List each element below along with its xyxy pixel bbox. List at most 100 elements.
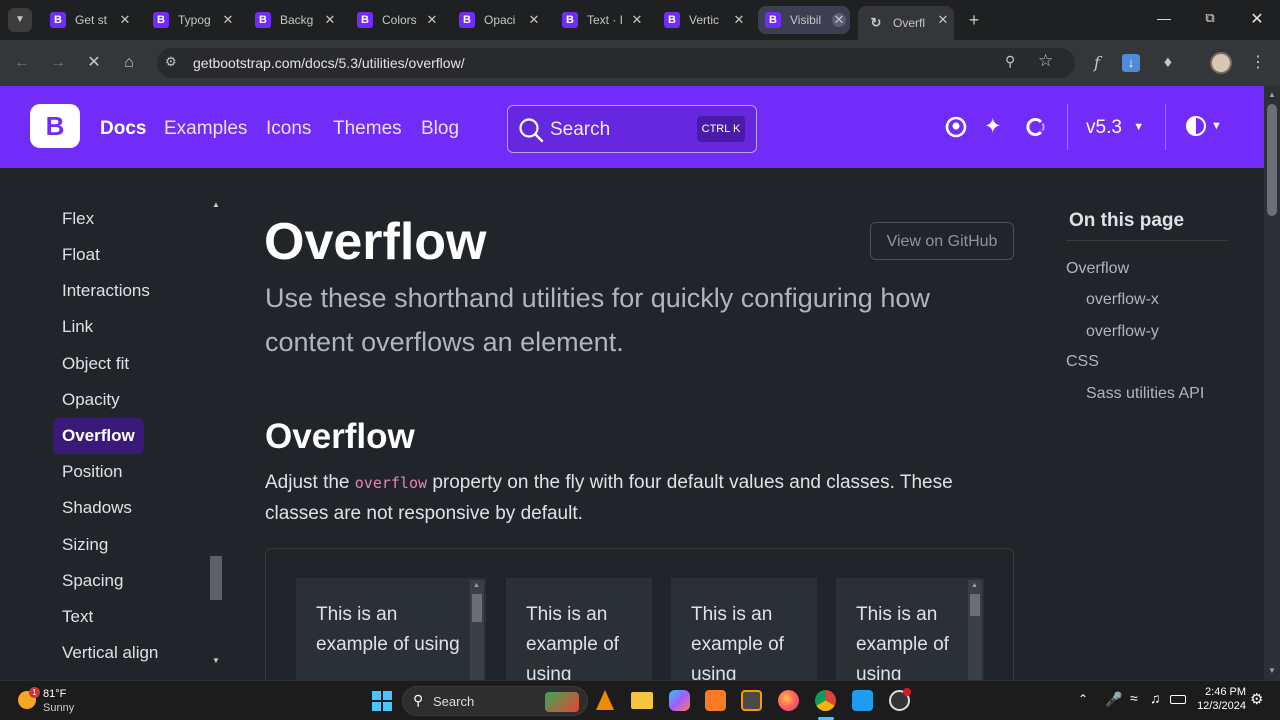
close-icon[interactable]: ✕	[732, 13, 746, 27]
close-icon[interactable]: ✕	[832, 13, 846, 27]
twitter-icon[interactable]: ✦	[984, 114, 1002, 139]
url-text[interactable]: getbootstrap.com/docs/5.3/utilities/over…	[193, 55, 465, 71]
toc-link-sass-utilities-api[interactable]: Sass utilities API	[1086, 385, 1204, 403]
forward-arrow-icon[interactable]: →	[47, 52, 69, 74]
toc-link-overflow-y[interactable]: overflow-y	[1086, 323, 1159, 341]
sidebar-item-position[interactable]: Position	[62, 462, 122, 482]
new-tab-button[interactable]: +	[963, 9, 985, 31]
docs-search-button[interactable]: Search CTRL K	[507, 105, 757, 153]
vscode-icon[interactable]	[852, 690, 873, 711]
home-icon[interactable]: ⌂	[118, 52, 140, 74]
scroll-down-arrow[interactable]: ▼	[971, 670, 978, 680]
formula-extension-icon[interactable]: f	[1086, 52, 1108, 74]
scroll-down-arrow[interactable]: ▼	[1268, 666, 1276, 675]
close-icon[interactable]: ✕	[118, 13, 132, 27]
bookmark-star-icon[interactable]: ☆	[1038, 51, 1053, 71]
extensions-puzzle-icon[interactable]: ♦	[1157, 52, 1179, 74]
close-icon[interactable]: ✕	[630, 13, 644, 27]
restore-button[interactable]: ⧉	[1198, 10, 1222, 30]
profile-avatar[interactable]	[1210, 52, 1232, 74]
close-icon[interactable]: ✕	[221, 13, 235, 27]
settings-gear-icon[interactable]: ⚙	[1250, 690, 1263, 708]
browser-tab[interactable]: B Typog ✕	[147, 6, 239, 34]
file-explorer-icon[interactable]	[631, 692, 653, 709]
back-arrow-icon[interactable]: ←	[11, 52, 33, 74]
minimize-button[interactable]: —	[1152, 10, 1176, 30]
browser-tab[interactable]: B Colors ✕	[351, 6, 443, 34]
overflow-auto-demo[interactable]: This is an example of using ▲	[296, 578, 486, 680]
toc-link-overflow-x[interactable]: overflow-x	[1086, 291, 1159, 309]
sidebar-item-shadows[interactable]: Shadows	[62, 498, 132, 518]
browser-tab[interactable]: B Backg ✕	[249, 6, 341, 34]
sidebar-item-interactions[interactable]: Interactions	[62, 281, 150, 301]
scroll-up-arrow[interactable]: ▲	[212, 200, 220, 209]
site-settings-icon[interactable]: ⚙	[165, 54, 177, 70]
demo-scrollbar-thumb[interactable]	[970, 594, 980, 616]
demo-scrollbar[interactable]: ▲ ▼	[968, 580, 982, 680]
view-on-github-button[interactable]: View on GitHub	[870, 222, 1014, 260]
tab-search-button[interactable]: ▼	[8, 8, 32, 32]
scroll-up-arrow[interactable]: ▲	[1268, 90, 1276, 99]
overflow-scroll-demo[interactable]: This is an example of using ▲ ▼	[836, 578, 984, 680]
sidebar-item-text[interactable]: Text	[62, 607, 93, 627]
version-dropdown[interactable]: v5.3 ▼	[1086, 117, 1144, 139]
nav-link-icons[interactable]: Icons	[266, 118, 311, 140]
demo-scrollbar-thumb[interactable]	[472, 594, 482, 622]
sidebar-item-object-fit[interactable]: Object fit	[62, 354, 129, 374]
sidebar-item-flex[interactable]: Flex	[62, 209, 94, 229]
close-icon[interactable]: ✕	[527, 13, 541, 27]
clock[interactable]: 2:46 PM 12/3/2024	[1190, 686, 1246, 712]
close-icon[interactable]: ✕	[323, 13, 337, 27]
browser-tab[interactable]: B Opaci ✕	[453, 6, 545, 34]
sidebar-item-link[interactable]: Link	[62, 317, 93, 337]
vlc-icon[interactable]	[596, 690, 614, 710]
stop-loading-icon[interactable]: ✕	[83, 52, 105, 74]
close-icon[interactable]: ✕	[936, 13, 950, 27]
sidebar-scrollbar[interactable]: ▲ ▼	[207, 196, 225, 672]
browser-tab[interactable]: B Get st ✕	[44, 6, 136, 34]
github-icon[interactable]	[945, 116, 967, 138]
toc-link-overflow[interactable]: Overflow	[1066, 260, 1129, 278]
volume-icon[interactable]: ♫	[1150, 690, 1161, 706]
taskbar-search-box[interactable]: ⚲ Search	[402, 686, 588, 716]
windows-start-icon[interactable]	[372, 691, 392, 711]
battery-icon[interactable]	[1170, 695, 1186, 704]
sublime-text-icon[interactable]	[741, 690, 762, 711]
chrome-icon[interactable]	[815, 690, 836, 711]
firefox-icon[interactable]	[778, 690, 799, 711]
weather-widget[interactable]: 1 81°F Sunny	[16, 687, 106, 715]
sidebar-item-spacing[interactable]: Spacing	[62, 571, 123, 591]
toc-link-css[interactable]: CSS	[1066, 353, 1099, 371]
page-scrollbar[interactable]: ▲ ▼	[1264, 86, 1280, 680]
sidebar-item-float[interactable]: Float	[62, 245, 100, 265]
bootstrap-logo[interactable]: B	[30, 104, 80, 148]
close-window-button[interactable]: ✕	[1245, 9, 1269, 29]
copilot-icon[interactable]	[669, 690, 690, 711]
opencollective-icon[interactable]	[1025, 116, 1047, 138]
scrollbar-thumb[interactable]	[1267, 104, 1277, 216]
sidebar-item-sizing[interactable]: Sizing	[62, 535, 108, 555]
sidebar-item-overflow-active[interactable]: Overflow	[53, 418, 144, 454]
close-icon[interactable]: ✕	[425, 13, 439, 27]
menu-kebab-icon[interactable]: ⋮	[1247, 52, 1269, 74]
microphone-icon[interactable]: 🎤	[1105, 691, 1122, 708]
nav-link-examples[interactable]: Examples	[164, 118, 247, 140]
sidebar-item-opacity[interactable]: Opacity	[62, 390, 120, 410]
demo-scrollbar[interactable]: ▲	[470, 580, 484, 680]
address-bar[interactable]: ⚙ getbootstrap.com/docs/5.3/utilities/ov…	[157, 48, 1075, 78]
sidebar-scrollbar-thumb[interactable]	[210, 556, 222, 600]
wifi-icon[interactable]: ≈	[1130, 690, 1138, 706]
browser-tab[interactable]: B Text · I ✕	[556, 6, 648, 34]
nav-link-blog[interactable]: Blog	[421, 118, 459, 140]
xampp-icon[interactable]	[705, 690, 726, 711]
sidebar-item-vertical-align[interactable]: Vertical align	[62, 643, 158, 663]
browser-tab[interactable]: B Visibil ✕	[758, 6, 850, 34]
download-icon[interactable]: ↓	[1122, 54, 1140, 72]
scroll-down-arrow[interactable]: ▼	[212, 656, 220, 665]
browser-tab[interactable]: B Vertic ✕	[658, 6, 750, 34]
browser-tab-active[interactable]: ↻ Overfl ✕	[858, 6, 954, 40]
tray-overflow-chevron-icon[interactable]: ⌃	[1078, 692, 1088, 706]
nav-link-docs[interactable]: Docs	[100, 118, 146, 140]
zoom-icon[interactable]: ⚲	[1005, 53, 1015, 70]
nav-link-themes[interactable]: Themes	[333, 118, 402, 140]
